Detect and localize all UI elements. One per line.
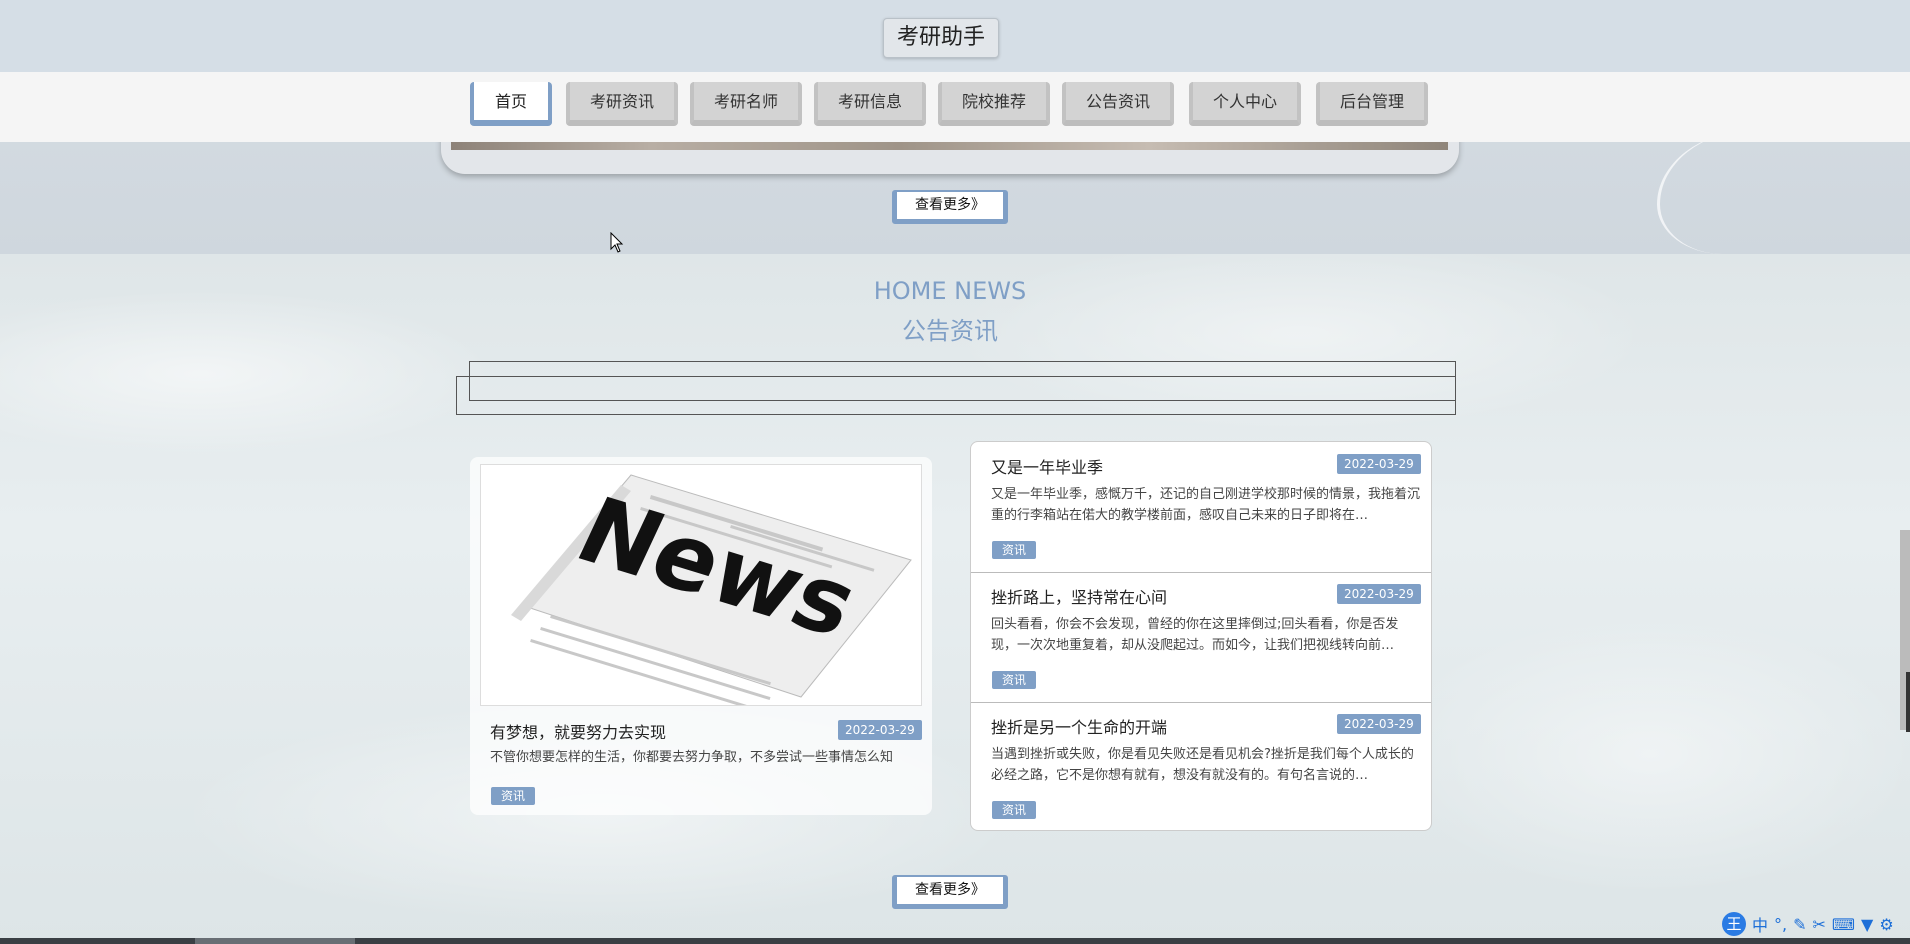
ime-punctuation-icon[interactable]: °, <box>1774 915 1787 934</box>
ime-scissors-icon[interactable]: ✂ <box>1813 915 1826 934</box>
hero-more-button[interactable]: 查看更多》 <box>892 190 1008 224</box>
site-header: 考研助手 <box>0 0 1910 73</box>
news-item-date: 2022-03-29 <box>1337 454 1421 474</box>
nav-item-admin[interactable]: 后台管理 <box>1316 82 1428 126</box>
news-item-title[interactable]: 又是一年毕业季 <box>991 454 1103 478</box>
ime-logo-icon[interactable]: 王 <box>1722 912 1746 936</box>
ime-skin-icon[interactable]: ▼ <box>1861 915 1873 934</box>
nav-item-personal-center[interactable]: 个人中心 <box>1189 82 1301 126</box>
news-item-tag: 资讯 <box>992 671 1036 689</box>
news-item-date: 2022-03-29 <box>1337 584 1421 604</box>
featured-news-title[interactable]: 有梦想，就要努力去实现 <box>490 719 666 743</box>
featured-news-card[interactable]: News 有梦想，就要努力去实现 2022-03-29 不管你想要怎样的生活，你… <box>470 457 932 815</box>
nav-item-schools[interactable]: 院校推荐 <box>938 82 1050 126</box>
decorative-arc <box>1657 130 1820 254</box>
nav-item-home[interactable]: 首页 <box>470 82 552 126</box>
news-item-desc: 又是一年毕业季，感慨万千，还记的自己刚进学校那时候的情景，我拖着沉重的行李箱站在… <box>991 487 1421 523</box>
list-item[interactable]: 又是一年毕业季 2022-03-29 又是一年毕业季，感慨万千，还记的自己刚进学… <box>971 442 1431 573</box>
news-item-desc: 回头看看，你会不会发现，曾经的你在这里摔倒过;回头看看，你是否发现，一次次地重复… <box>991 617 1399 653</box>
site-brand[interactable]: 考研助手 <box>883 18 999 58</box>
empty-frame-2 <box>456 376 1456 415</box>
nav-item-teachers[interactable]: 考研名师 <box>690 82 802 126</box>
featured-news-date: 2022-03-29 <box>838 720 922 740</box>
news-item-title[interactable]: 挫折是另一个生命的开端 <box>991 714 1167 738</box>
taskbar-active-segment <box>195 938 355 944</box>
nav-item-exam-news[interactable]: 考研资讯 <box>566 82 678 126</box>
featured-news-desc: 不管你想要怎样的生活，你都要去努力争取，不多尝试一些事情怎么知 <box>490 750 894 765</box>
featured-news-tag: 资讯 <box>491 787 535 805</box>
news-list-card: 又是一年毕业季 2022-03-29 又是一年毕业季，感慨万千，还记的自己刚进学… <box>970 441 1432 831</box>
ime-keyboard-icon[interactable]: ⌨ <box>1832 915 1855 934</box>
news-item-title[interactable]: 挫折路上，坚持常在心间 <box>991 584 1167 608</box>
ime-toolbar[interactable]: 王 中 °, ✎ ✂ ⌨ ▼ ⚙ <box>1722 910 1910 938</box>
nav-item-exam-info[interactable]: 考研信息 <box>814 82 926 126</box>
news-item-tag: 资讯 <box>992 801 1036 819</box>
ime-settings-icon[interactable]: ⚙ <box>1879 915 1893 934</box>
nav-item-announcements[interactable]: 公告资讯 <box>1062 82 1174 126</box>
news-item-tag: 资讯 <box>992 541 1036 559</box>
news-more-button[interactable]: 查看更多》 <box>892 875 1008 909</box>
news-item-date: 2022-03-29 <box>1337 714 1421 734</box>
mouse-cursor-icon <box>610 232 624 253</box>
hero-carousel-image <box>451 142 1448 150</box>
news-newspaper-image: News <box>480 464 922 706</box>
page-background <box>0 254 1910 944</box>
section-title-cn: 公告资讯 <box>902 317 998 345</box>
page-scrollbar-thumb[interactable] <box>1906 672 1910 732</box>
ime-mode-label[interactable]: 中 <box>1752 912 1768 936</box>
ime-pen-icon[interactable]: ✎ <box>1793 915 1806 934</box>
news-item-desc: 当遇到挫折或失败，你是看见失败还是看见机会?挫折是我们每个人成长的必经之路，它不… <box>991 747 1414 783</box>
list-item[interactable]: 挫折是另一个生命的开端 2022-03-29 当遇到挫折或失败，你是看见失败还是… <box>971 702 1431 830</box>
list-item[interactable]: 挫折路上，坚持常在心间 2022-03-29 回头看看，你会不会发现，曾经的你在… <box>971 572 1431 703</box>
main-nav: 首页 考研资讯 考研名师 考研信息 院校推荐 公告资讯 个人中心 后台管理 <box>0 72 1910 142</box>
section-title-en: HOME NEWS <box>873 277 1027 305</box>
